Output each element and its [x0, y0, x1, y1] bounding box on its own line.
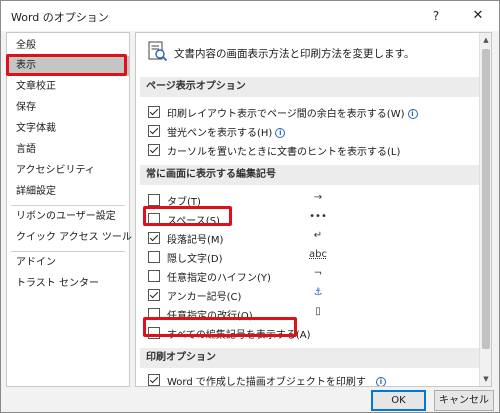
option-label: アンカー記号(C)	[167, 292, 242, 303]
scroll-down-arrow-icon[interactable]: ▼	[480, 372, 491, 386]
window-title: Word のオプション	[11, 11, 109, 24]
option-label: 蛍光ペンを表示する(H)	[167, 128, 273, 139]
cancel-button[interactable]: キャンセル	[434, 390, 494, 411]
checkbox-checked[interactable]	[148, 232, 160, 244]
optional-break-mark-icon: ▯	[315, 306, 321, 317]
sidebar-item-general[interactable]: 全般	[7, 36, 129, 56]
sidebar-item-proofing[interactable]: 文章校正	[7, 77, 129, 97]
scroll-thumb[interactable]	[482, 49, 490, 349]
sidebar-divider	[11, 251, 125, 252]
option-label: 隠し文字(D)	[167, 254, 223, 265]
word-options-dialog: Word のオプション ? ✕ 全般 表示 文章校正 保存 文字体裁 言語 アク…	[0, 0, 500, 413]
section-formatting-marks: 常に画面に表示する編集記号	[140, 165, 480, 185]
info-icon[interactable]: i	[407, 109, 418, 119]
sidebar-nav: 全般 表示 文章校正 保存 文字体裁 言語 アクセシビリティ 詳細設定 リボンの…	[6, 32, 155, 387]
content-scrollbar[interactable]: ▲ ▼	[479, 33, 491, 386]
highlight-display-item	[6, 54, 127, 76]
hidden-text-mark-icon: abc	[309, 249, 327, 260]
checkbox-checked[interactable]	[148, 106, 160, 118]
document-magnifier-icon	[148, 41, 168, 62]
sidebar-item-save[interactable]: 保存	[7, 98, 129, 118]
sidebar-item-customize-ribbon[interactable]: リボンのユーザー設定	[7, 207, 129, 227]
option-label: 段落記号(M)	[167, 235, 224, 246]
title-bar: Word のオプション ? ✕	[1, 1, 499, 31]
tab-mark-icon: →	[313, 192, 323, 203]
sidebar-item-addins[interactable]: アドイン	[7, 253, 129, 273]
sidebar-divider	[11, 205, 125, 206]
anchor-icon: ⚓	[313, 287, 323, 298]
hyphen-mark-icon: ¬	[313, 268, 323, 279]
help-button[interactable]: ?	[421, 3, 451, 29]
info-icon[interactable]: i	[275, 128, 286, 138]
section-page-display: ページ表示オプション	[140, 77, 480, 97]
sidebar-item-advanced[interactable]: 詳細設定	[7, 182, 129, 202]
checkbox-unchecked[interactable]	[148, 194, 160, 206]
option-label: 印刷レイアウト表示でページ間の余白を表示する(W)	[167, 109, 405, 120]
sidebar-item-typography[interactable]: 文字体裁	[7, 119, 129, 139]
option-label: 任意指定のハイフン(Y)	[167, 273, 271, 284]
close-button[interactable]: ✕	[463, 3, 493, 29]
display-description: 文書内容の画面表示方法と印刷方法を変更します。	[174, 48, 415, 60]
option-label: Word で作成した描画オブジェクトを印刷す	[167, 377, 366, 387]
checkbox-checked[interactable]	[148, 289, 160, 301]
sidebar-item-trust-center[interactable]: トラスト センター	[7, 274, 129, 294]
checkbox-checked[interactable]	[148, 144, 160, 156]
paragraph-mark-icon: ↵	[313, 230, 323, 241]
ok-button[interactable]: OK	[371, 390, 426, 411]
space-mark-icon: •••	[309, 211, 327, 222]
highlight-show-all-marks-option	[143, 317, 297, 337]
sidebar-item-language[interactable]: 言語	[7, 140, 129, 160]
checkbox-unchecked[interactable]	[148, 270, 160, 282]
sidebar-item-quick-access-toolbar[interactable]: クイック アクセス ツール バー	[7, 228, 155, 248]
info-icon[interactable]: i	[375, 377, 386, 386]
scroll-up-arrow-icon[interactable]: ▲	[480, 33, 491, 47]
checkbox-checked[interactable]	[148, 125, 160, 137]
sidebar-item-accessibility[interactable]: アクセシビリティ	[7, 161, 129, 181]
highlight-spaces-option	[143, 206, 232, 226]
option-label: カーソルを置いたときに文書のヒントを表示する(L)	[167, 147, 401, 158]
checkbox-checked[interactable]	[148, 374, 160, 386]
section-print-options: 印刷オプション	[140, 348, 480, 368]
checkbox-unchecked[interactable]	[148, 251, 160, 263]
